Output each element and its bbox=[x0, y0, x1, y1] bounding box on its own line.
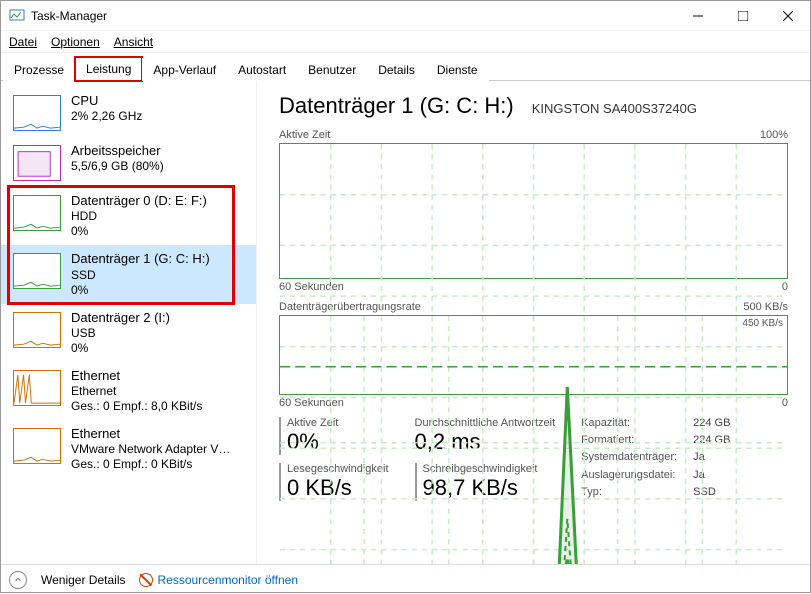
app-icon bbox=[9, 8, 25, 24]
tab-processes[interactable]: Prozesse bbox=[3, 58, 75, 81]
tab-details[interactable]: Details bbox=[367, 58, 426, 81]
sidebar-item[interactable]: EthernetVMware Network Adapter V…Ges.: 0… bbox=[1, 420, 256, 478]
footer: Weniger Details Ressourcenmonitor öffnen bbox=[1, 564, 810, 594]
performance-sidebar[interactable]: CPU2% 2,26 GHz Arbeitsspeicher5,5/6,9 GB … bbox=[1, 81, 257, 564]
fewer-details-icon[interactable] bbox=[9, 571, 27, 589]
sidebar-item[interactable]: EthernetEthernetGes.: 0 Empf.: 8,0 KBit/… bbox=[1, 362, 256, 420]
sidebar-thumb bbox=[13, 145, 61, 181]
sidebar-item-text: EthernetEthernetGes.: 0 Empf.: 8,0 KBit/… bbox=[71, 368, 202, 414]
minimize-button[interactable] bbox=[675, 1, 720, 31]
titlebar: Task-Manager bbox=[1, 1, 810, 31]
transfer-rate-chart: 450 KB/s bbox=[279, 315, 788, 395]
active-time-chart bbox=[279, 143, 788, 279]
sidebar-item[interactable]: Datenträger 2 (I:)USB0% bbox=[1, 304, 256, 362]
detail-model: KINGSTON SA400S37240G bbox=[532, 101, 697, 116]
sidebar-item-text: Datenträger 1 (G: C: H:)SSD0% bbox=[71, 251, 210, 297]
detail-title: Datenträger 1 (G: C: H:) bbox=[279, 93, 514, 119]
resmon-icon bbox=[139, 573, 153, 587]
sidebar-item-text: Datenträger 0 (D: E: F:)HDD0% bbox=[71, 193, 207, 239]
maximize-button[interactable] bbox=[720, 1, 765, 31]
menu-file[interactable]: Datei bbox=[9, 35, 37, 49]
tab-app-history[interactable]: App-Verlauf bbox=[142, 58, 227, 81]
sidebar-thumb bbox=[13, 428, 61, 464]
tab-performance[interactable]: Leistung bbox=[75, 57, 142, 81]
fewer-details-button[interactable]: Weniger Details bbox=[41, 573, 125, 587]
tabstrip: Prozesse Leistung App-Verlauf Autostart … bbox=[1, 53, 810, 81]
sidebar-thumb bbox=[13, 370, 61, 406]
tab-users[interactable]: Benutzer bbox=[297, 58, 367, 81]
chart2-annotation: 450 KB/s bbox=[742, 318, 783, 329]
sidebar-item[interactable]: Arbeitsspeicher5,5/6,9 GB (80%) bbox=[1, 137, 256, 187]
sidebar-thumb bbox=[13, 253, 61, 289]
open-resource-monitor-link[interactable]: Ressourcenmonitor öffnen bbox=[157, 573, 298, 587]
close-button[interactable] bbox=[765, 1, 810, 31]
chart1-max: 100% bbox=[760, 129, 788, 141]
detail-pane: Datenträger 1 (G: C: H:) KINGSTON SA400S… bbox=[257, 81, 810, 564]
sidebar-item-text: Arbeitsspeicher5,5/6,9 GB (80%) bbox=[71, 143, 164, 174]
menubar: Datei Optionen Ansicht bbox=[1, 31, 810, 53]
window-title: Task-Manager bbox=[31, 9, 107, 23]
sidebar-item[interactable]: Datenträger 1 (G: C: H:)SSD0% bbox=[1, 245, 256, 303]
sidebar-thumb bbox=[13, 95, 61, 131]
sidebar-thumb bbox=[13, 195, 61, 231]
tab-startup[interactable]: Autostart bbox=[227, 58, 297, 81]
tab-services[interactable]: Dienste bbox=[426, 58, 489, 81]
sidebar-item[interactable]: CPU2% 2,26 GHz bbox=[1, 87, 256, 137]
chart1-label: Aktive Zeit bbox=[279, 129, 330, 141]
sidebar-item-text: Datenträger 2 (I:)USB0% bbox=[71, 310, 170, 356]
sidebar-thumb bbox=[13, 312, 61, 348]
sidebar-item[interactable]: Datenträger 0 (D: E: F:)HDD0% bbox=[1, 187, 256, 245]
menu-options[interactable]: Optionen bbox=[51, 35, 100, 49]
sidebar-item-text: CPU2% 2,26 GHz bbox=[71, 93, 142, 124]
sidebar-item-text: EthernetVMware Network Adapter V…Ges.: 0… bbox=[71, 426, 230, 472]
menu-view[interactable]: Ansicht bbox=[114, 35, 153, 49]
